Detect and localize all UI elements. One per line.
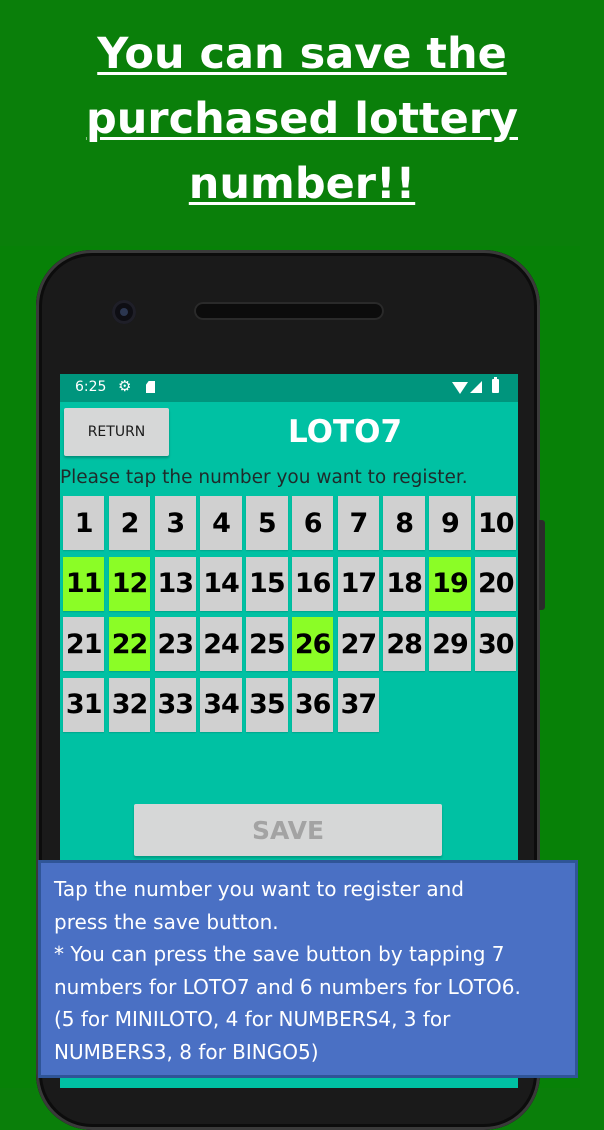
return-button[interactable]: RETURN [64, 408, 169, 456]
status-time: 6:25 [75, 379, 107, 395]
number-button-13[interactable]: 13 [154, 556, 196, 611]
page-title: LOTO7 [287, 414, 403, 450]
number-button-26[interactable]: 26 [291, 617, 334, 671]
number-button-35[interactable]: 35 [246, 677, 288, 732]
number-grid: 1 2 3 4 5 6 7 8 9 10 11 12 13 14 15 16 17 18 19 20 21 22 23 24 2… [63, 496, 517, 732]
number-button-3[interactable]: 3 [154, 496, 196, 550]
number-button-27[interactable]: 27 [337, 617, 380, 671]
sd-card-icon [146, 381, 155, 393]
number-button-28[interactable]: 28 [383, 617, 425, 671]
number-button-20[interactable]: 20 [475, 556, 517, 611]
number-button-36[interactable]: 36 [291, 677, 334, 732]
battery-icon [492, 377, 499, 393]
front-camera-icon [112, 300, 136, 324]
number-button-1[interactable]: 1 [63, 496, 105, 550]
number-button-37[interactable]: 37 [337, 677, 380, 732]
info-line: press the save button. [54, 909, 279, 934]
earpiece-speaker [194, 302, 384, 320]
number-button-4[interactable]: 4 [200, 496, 242, 550]
status-bar: 6:25 ⚙ [60, 374, 518, 402]
number-button-25[interactable]: 25 [246, 617, 288, 671]
signal-icon [470, 381, 482, 393]
number-button-17[interactable]: 17 [337, 556, 380, 611]
number-button-23[interactable]: 23 [154, 617, 196, 671]
wifi-icon [452, 382, 468, 394]
info-callout: Tap the number you want to register and … [38, 860, 578, 1078]
number-button-6[interactable]: 6 [291, 496, 334, 550]
info-line: numbers for LOTO7 and 6 numbers for LOTO… [54, 974, 521, 999]
number-button-14[interactable]: 14 [200, 556, 242, 611]
number-button-10[interactable]: 10 [475, 496, 517, 550]
info-line: Tap the number you want to register and [54, 877, 464, 901]
headline-line: number!! [188, 159, 416, 209]
phone-side-button [539, 520, 545, 610]
number-button-15[interactable]: 15 [246, 556, 288, 611]
number-button-18[interactable]: 18 [383, 556, 425, 611]
number-button-31[interactable]: 31 [63, 677, 105, 732]
number-button-5[interactable]: 5 [246, 496, 288, 550]
number-button-8[interactable]: 8 [383, 496, 425, 550]
headline-line: purchased lottery [85, 94, 518, 144]
number-button-32[interactable]: 32 [108, 677, 151, 732]
number-button-33[interactable]: 33 [154, 677, 196, 732]
number-button-24[interactable]: 24 [200, 617, 242, 671]
info-line: (5 for MINILOTO, 4 for NUMBERS4, 3 for [54, 1007, 451, 1031]
number-button-22[interactable]: 22 [108, 617, 151, 671]
number-button-30[interactable]: 30 [475, 617, 517, 671]
gear-icon: ⚙ [118, 377, 132, 395]
promo-headline: You can save the purchased lottery numbe… [0, 22, 604, 217]
number-button-16[interactable]: 16 [291, 556, 334, 611]
number-button-19[interactable]: 19 [429, 556, 471, 611]
number-button-34[interactable]: 34 [200, 677, 242, 732]
number-button-29[interactable]: 29 [429, 617, 471, 671]
info-line: * You can press the save button by tappi… [54, 942, 505, 966]
number-button-9[interactable]: 9 [429, 496, 471, 550]
instruction-text: Please tap the number you want to regist… [60, 467, 468, 488]
number-button-21[interactable]: 21 [63, 617, 105, 671]
headline-line: You can save the [97, 29, 507, 79]
number-button-12[interactable]: 12 [108, 556, 151, 611]
save-button[interactable]: SAVE [134, 804, 442, 856]
number-button-2[interactable]: 2 [108, 496, 151, 550]
number-button-7[interactable]: 7 [337, 496, 380, 550]
number-button-11[interactable]: 11 [63, 556, 105, 611]
info-line: NUMBERS3, 8 for BINGO5) [54, 1039, 319, 1064]
